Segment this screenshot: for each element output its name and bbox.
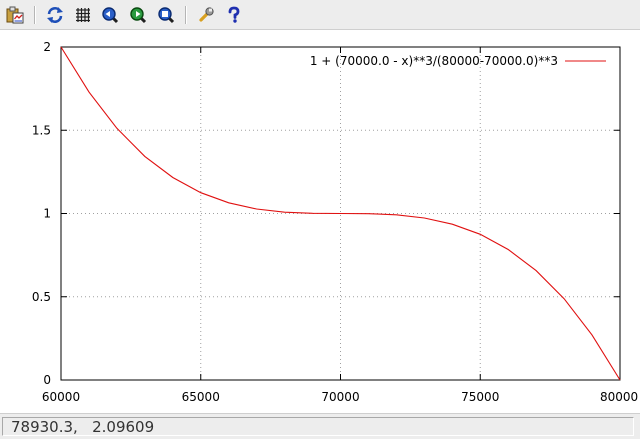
x-tick-label: 65000 bbox=[182, 390, 220, 404]
y-tick-label: 1 bbox=[43, 207, 51, 221]
toolbar bbox=[0, 0, 640, 30]
series-layer bbox=[60, 46, 621, 381]
toolbar-separator bbox=[185, 6, 187, 24]
series-line bbox=[60, 46, 621, 381]
help-icon bbox=[228, 6, 240, 23]
zoom-previous-icon bbox=[102, 7, 119, 24]
options-button[interactable] bbox=[195, 4, 217, 26]
zoom-next-icon bbox=[130, 7, 147, 24]
legend-label: 1 + (70000.0 - x)**3/(80000-70000.0)**3 bbox=[310, 54, 558, 68]
plot-canvas[interactable]: 60000 65000 70000 75000 80000 0 0.5 1 1.5 2 1 + (… bbox=[0, 31, 640, 413]
x-tick-label: 75000 bbox=[461, 390, 499, 404]
zoom-previous-button[interactable] bbox=[99, 4, 121, 26]
y-tick-label: 1.5 bbox=[32, 123, 51, 137]
zoom-next-button[interactable] bbox=[127, 4, 149, 26]
unzoom-icon bbox=[158, 7, 175, 24]
grid-icon bbox=[76, 8, 90, 22]
y-tick-label: 0 bbox=[43, 373, 51, 387]
help-button[interactable] bbox=[223, 4, 245, 26]
toolbar-separator bbox=[34, 6, 36, 24]
x-tick-label: 80000 bbox=[600, 390, 638, 404]
wrench-icon bbox=[199, 7, 214, 22]
legend: 1 + (70000.0 - x)**3/(80000-70000.0)**3 bbox=[310, 54, 606, 68]
replot-icon bbox=[47, 7, 63, 23]
y-tick-label: 0.5 bbox=[32, 290, 51, 304]
x-tick-label: 70000 bbox=[321, 390, 359, 404]
plot-area[interactable]: 60000 65000 70000 75000 80000 0 0.5 1 1.5 2 1 + (… bbox=[0, 31, 640, 413]
unzoom-button[interactable] bbox=[155, 4, 177, 26]
copy-button[interactable] bbox=[4, 4, 26, 26]
copy-to-clipboard-icon bbox=[6, 6, 24, 24]
x-tick-label: 60000 bbox=[42, 390, 80, 404]
cursor-coordinates: 78930.3, 2.09609 bbox=[2, 417, 634, 436]
y-tick-label: 2 bbox=[43, 40, 51, 54]
grid-button[interactable] bbox=[72, 4, 94, 26]
axis-ticks: 60000 65000 70000 75000 80000 0 0.5 1 1.5 2 bbox=[32, 40, 638, 404]
replot-button[interactable] bbox=[44, 4, 66, 26]
status-bar: 78930.3, 2.09609 bbox=[0, 413, 640, 439]
